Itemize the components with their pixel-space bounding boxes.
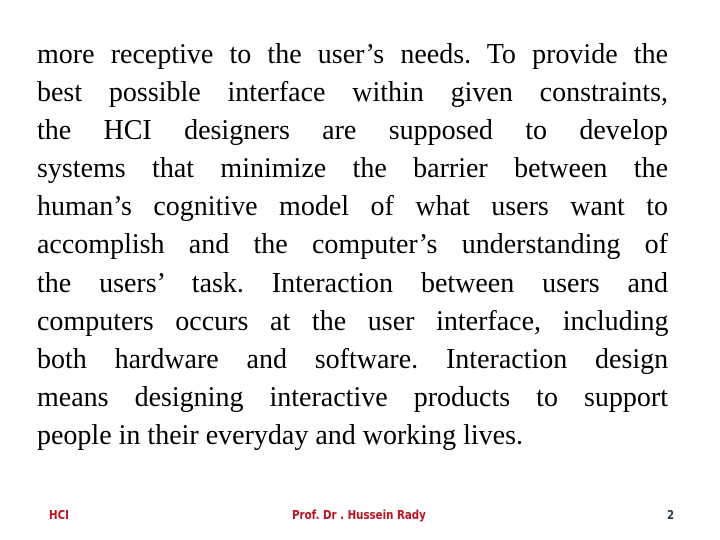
footer-course-label: HCI: [49, 507, 69, 522]
body-line: both hardware and software. Interaction …: [37, 343, 669, 375]
body-line: people in their everyday and working liv…: [37, 419, 523, 451]
body-line: more receptive to the user’s needs. To p…: [37, 39, 668, 70]
slide: more receptive to the user’s needs. To p…: [0, 0, 720, 540]
body-line: human’s cognitive model of what users wa…: [37, 191, 668, 223]
body-line: the users’ task. Interaction between use…: [37, 267, 668, 299]
slide-body-text: more receptive to the user’s needs. To p…: [37, 36, 668, 455]
body-line: systems that minimize the barrier betwee…: [37, 153, 668, 185]
body-line: accomplish and the computer’s understand…: [37, 229, 668, 261]
footer-page-number: 2: [667, 507, 675, 522]
body-line: best possible interface within given con…: [37, 77, 668, 109]
body-line: means designing interactive products to …: [37, 381, 668, 413]
body-line: the HCI designers are supposed to develo…: [37, 115, 668, 147]
body-line: computers occurs at the user interface, …: [37, 305, 669, 337]
footer-author: Prof. Dr . Hussein Rady: [292, 507, 426, 522]
